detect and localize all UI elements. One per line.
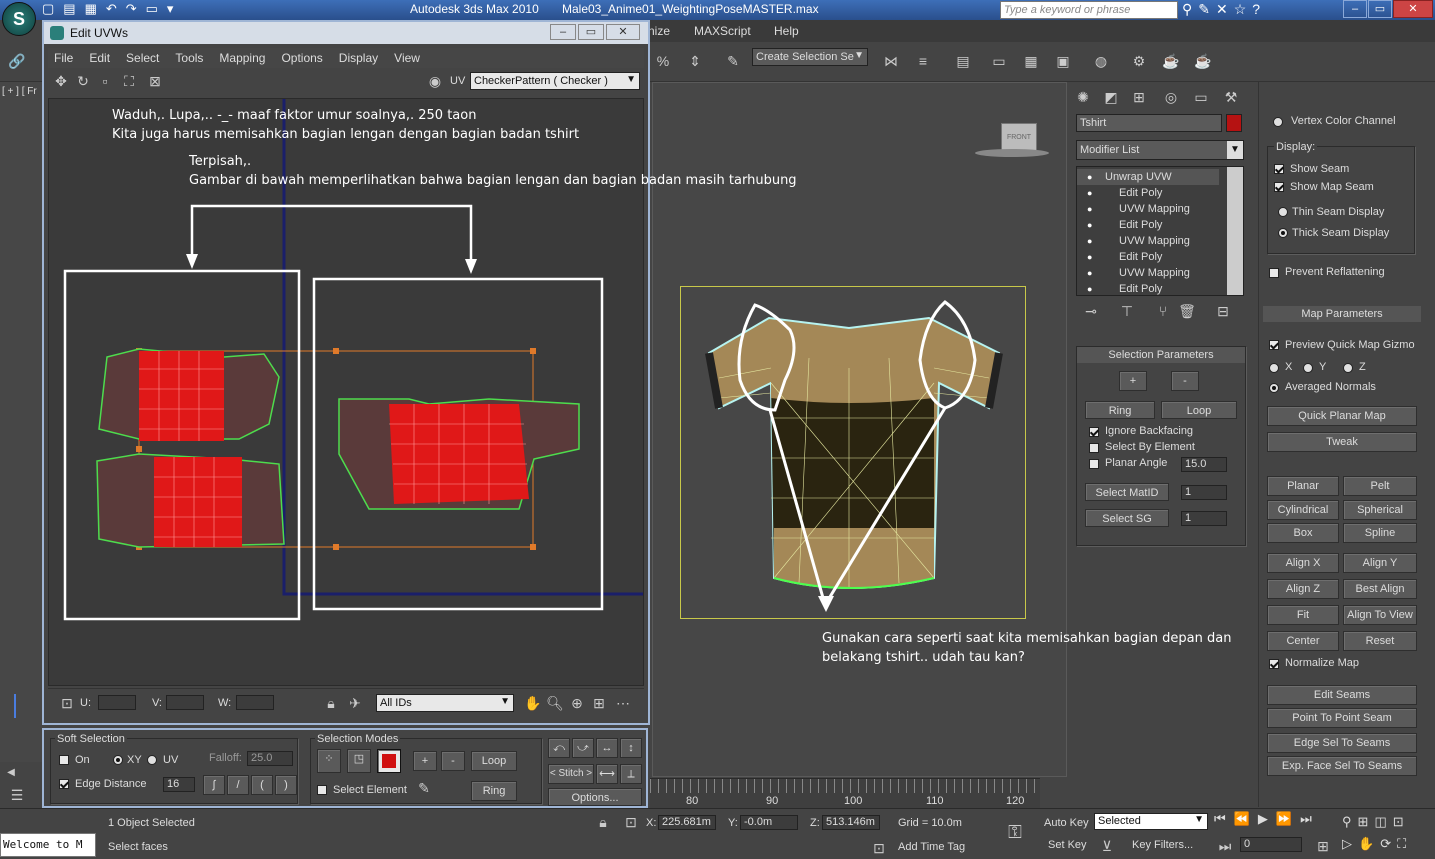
viewport-nav-controls: ⚲⊞◫⊡ ▷✋⟳⛶ — [1342, 811, 1434, 857]
tick-label: 80 — [686, 795, 699, 807]
tick-label: 110 — [926, 795, 944, 807]
auto-key-button[interactable]: Auto Key — [1044, 817, 1089, 829]
time-slider-left-icon[interactable]: ◀ — [0, 762, 22, 784]
prompt-status: Select faces — [108, 841, 168, 853]
go-to-start-icon[interactable]: ⏮ — [1214, 811, 1234, 826]
tick-label: 120 — [1006, 795, 1025, 807]
app-logo-icon[interactable]: S — [2, 2, 36, 36]
time-config-icon[interactable]: ⊞ — [1312, 835, 1334, 857]
tick-label: 90 — [766, 795, 779, 807]
track-bar[interactable]: 80 90 100 110 120 — [650, 778, 1040, 808]
z-coordinate[interactable]: 513.146m — [822, 815, 880, 830]
prev-frame-icon[interactable]: ⏪ — [1234, 811, 1258, 826]
selection-lock-icon[interactable]: 🔒︎ — [592, 811, 614, 833]
absolute-transform-icon[interactable]: ⊡ — [620, 811, 642, 833]
field-of-view-icon[interactable]: ▷ — [1342, 836, 1358, 851]
current-frame-input[interactable]: 0 — [1240, 837, 1302, 852]
welcome-text: Welcome to M — [3, 838, 83, 851]
key-icon[interactable]: ⚿ — [1004, 821, 1026, 843]
set-key-button[interactable]: Set Key — [1048, 839, 1087, 851]
y-coordinate[interactable]: -0.0m — [740, 815, 798, 830]
annotation-arrows — [737, 300, 977, 612]
time-tag-icon[interactable]: ⊡ — [868, 837, 890, 859]
go-to-end-icon[interactable]: ⏭ — [1300, 811, 1320, 826]
zoom-all-icon[interactable]: ⊞ — [1358, 814, 1375, 829]
tick-label: 100 — [844, 795, 863, 807]
x-coordinate[interactable]: 225.681m — [658, 815, 716, 830]
orbit-icon[interactable]: ⟳ — [1380, 836, 1397, 851]
selection-status: 1 Object Selected — [108, 817, 195, 829]
zoom-icon[interactable]: ⚲ — [1342, 814, 1358, 829]
key-mode-toggle-icon[interactable]: ⏭ — [1214, 835, 1236, 857]
x-label: X: — [646, 817, 657, 829]
default-in-out-icon[interactable]: ⊻ — [1096, 835, 1118, 857]
left-bottom-tools: ◀ ☰ — [0, 762, 42, 810]
z-label: Z: — [810, 817, 820, 829]
status-bar: Welcome to M 1 Object Selected Select fa… — [0, 808, 1435, 858]
maximize-viewport-icon[interactable]: ⛶ — [1397, 836, 1412, 851]
y-label: Y: — [728, 817, 738, 829]
key-filters-button[interactable]: Key Filters... — [1132, 839, 1193, 851]
key-mode-dropdown[interactable]: Selected ▼ — [1094, 813, 1208, 830]
next-frame-icon[interactable]: ⏩ — [1276, 811, 1300, 826]
chevron-down-icon: ▼ — [1194, 814, 1204, 825]
add-time-tag[interactable]: Add Time Tag — [898, 841, 965, 853]
grid-size: Grid = 10.0m — [898, 817, 962, 829]
key-mode-value: Selected — [1098, 815, 1141, 827]
play-icon[interactable]: ▶ — [1258, 811, 1276, 826]
zoom-extents-all-icon[interactable]: ⊡ — [1393, 814, 1410, 829]
playback-controls: ⏮⏪▶⏩⏭ — [1214, 811, 1342, 833]
pan-view-icon[interactable]: ✋ — [1358, 836, 1380, 851]
maxscript-listener[interactable]: Welcome to M — [0, 833, 96, 857]
curve-editor-mini-icon[interactable]: ☰ — [6, 784, 28, 806]
zoom-extents-icon[interactable]: ◫ — [1374, 814, 1392, 829]
track-ticks — [650, 779, 1040, 793]
